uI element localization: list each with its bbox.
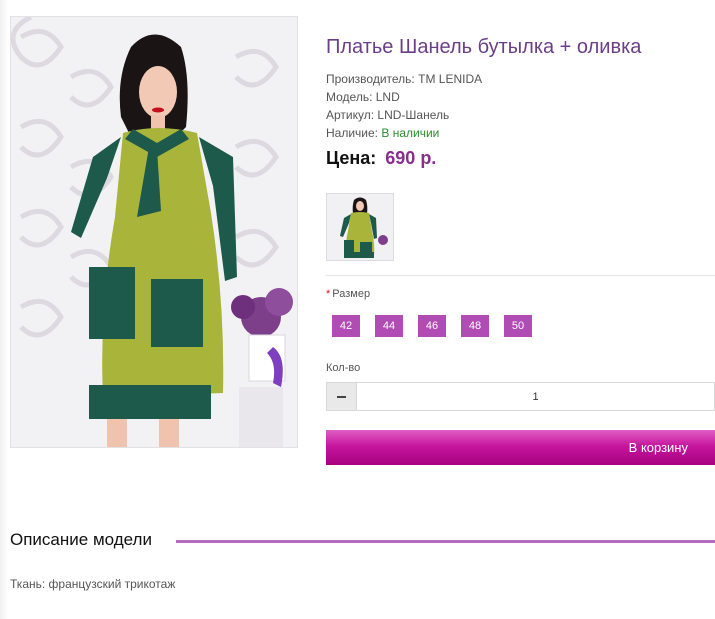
page-edge-shadow [0, 0, 8, 619]
description-heading-line [176, 540, 715, 543]
sku-label: Артикул: [326, 108, 375, 122]
quantity-decrease-button[interactable] [326, 382, 357, 411]
size-options: 42 44 46 48 50 [332, 315, 532, 337]
size-option-50[interactable]: 50 [504, 315, 532, 337]
size-option-42[interactable]: 42 [332, 315, 360, 337]
size-label: * Размер [326, 288, 370, 300]
availability-label: Наличие: [326, 126, 379, 140]
size-option-44[interactable]: 44 [375, 315, 403, 337]
add-to-cart-button[interactable]: В корзину [326, 430, 715, 465]
availability-status: В наличии [381, 126, 440, 140]
options-divider [326, 275, 715, 276]
quantity-label: Кол-во [326, 362, 361, 374]
product-thumbnail[interactable] [326, 193, 394, 261]
manufacturer-label: Производитель: [326, 72, 415, 86]
price-row: Цена: 690 р. [326, 148, 436, 169]
minus-icon [337, 395, 346, 398]
quantity-input[interactable] [357, 382, 715, 411]
quantity-stepper [326, 382, 715, 411]
model-label: Модель: [326, 90, 373, 104]
price-value: 690 р. [385, 148, 437, 168]
required-marker: * [326, 288, 331, 300]
product-info: Производитель: TM LENIDA Модель: LND Арт… [326, 70, 482, 142]
availability-row: Наличие: В наличии [326, 124, 482, 142]
model-row: Модель: LND [326, 88, 482, 106]
manufacturer-value: TM LENIDA [418, 72, 483, 86]
size-option-48[interactable]: 48 [461, 315, 489, 337]
model-value: LND [375, 90, 400, 104]
product-title: Платье Шанель бутылка + оливка [326, 36, 642, 58]
sku-value: LND-Шанель [377, 108, 450, 122]
add-to-cart-label: В корзину [628, 440, 688, 455]
size-label-text: Размер [332, 288, 371, 300]
manufacturer-row: Производитель: TM LENIDA [326, 70, 482, 88]
description-text: Ткань: французский трикотаж [10, 577, 176, 591]
product-main-image[interactable] [10, 16, 298, 448]
description-heading: Описание модели [10, 530, 152, 549]
size-option-46[interactable]: 46 [418, 315, 446, 337]
price-label: Цена: [326, 148, 377, 168]
sku-row: Артикул: LND-Шанель [326, 106, 482, 124]
